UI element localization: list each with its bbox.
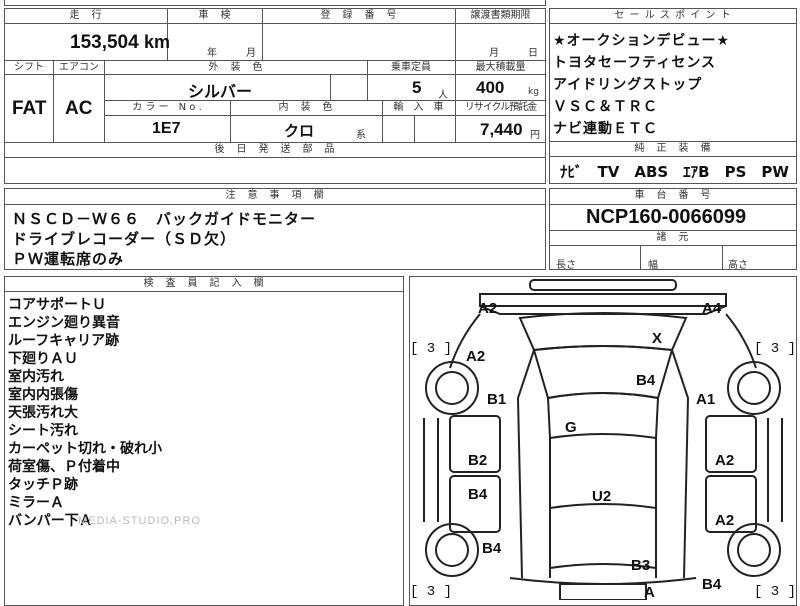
watermark: MEDIA-STUDIO.PRO — [78, 515, 201, 527]
car-diagram — [423, 279, 783, 600]
tire-mark-rr: [ 3 ] — [754, 584, 797, 600]
damage-code: A1 — [696, 391, 716, 408]
recycle-header: リサイクル預託金 — [456, 101, 545, 115]
damage-code: A — [644, 584, 655, 601]
later-parts-header: 後 日 発 送 部 品 — [5, 143, 545, 157]
aircon-value: AC — [65, 98, 93, 119]
mileage-unit: km — [144, 32, 171, 52]
capacity-value: 5 — [412, 78, 422, 97]
inspector-line-7: 天張汚れ大 — [8, 405, 78, 421]
damage-code: B4 — [636, 372, 656, 389]
inspector-line-11: タッチＰ跡 — [8, 477, 78, 493]
damage-code: A4 — [702, 300, 722, 317]
inspection-year: 年 — [207, 48, 217, 59]
note-line-1: ＮＳＣＤ－Ｗ６６ バックガイドモニター — [12, 210, 317, 228]
damage-code: A2 — [715, 452, 735, 469]
doc-deadline-header: 譲渡書類期限 — [456, 9, 545, 23]
sales-points-header: セ ー ル ス ポ イ ン ト — [550, 9, 796, 23]
aircon-header: エアコン — [54, 61, 104, 75]
damage-code: B4 — [468, 486, 488, 503]
inspector-line-8: シート汚れ — [8, 423, 78, 439]
damage-code: X — [652, 330, 663, 347]
inspector-line-1: コアサポートＵ — [8, 297, 106, 313]
recycle-unit: 円 — [530, 130, 540, 141]
damage-code: B4 — [482, 540, 502, 557]
sales-point-3: アイドリングストップ — [553, 77, 703, 93]
damage-code: G — [565, 419, 577, 436]
inspector-line-5: 室内汚れ — [8, 369, 64, 385]
inspector-line-2: エンジン廻り異音 — [8, 315, 120, 331]
tire-mark-fr: [ 3 ] — [754, 341, 797, 357]
sales-point-2: トヨタセーフティセンス — [553, 55, 717, 71]
equipment-items: ﾅﾋﾞ TV ABS ｴｱB PS PW — [560, 163, 789, 181]
capacity-unit: 人 — [438, 90, 448, 101]
width-label: 幅 — [648, 260, 658, 271]
recycle-value: 7,440 — [480, 120, 523, 139]
ext-color-value: シルバー — [188, 82, 253, 101]
tire-mark-rl: [ 3 ] — [410, 584, 453, 600]
damage-code: U2 — [592, 488, 612, 505]
top-strip — [4, 0, 546, 6]
doc-month: 月 — [489, 48, 499, 59]
max-load-unit: kg — [528, 87, 539, 97]
length-label: 長さ — [556, 260, 576, 271]
max-load-header: 最大積載量 — [456, 61, 545, 75]
chassis-header: 車 台 番 号 — [550, 189, 796, 203]
shift-header: シフト — [5, 61, 53, 75]
import-header: 輸 入 車 — [383, 101, 454, 115]
shift-value: FAT — [12, 98, 47, 119]
sales-point-4: ＶＳＣ＆ＴＲＣ — [553, 99, 658, 115]
int-color-header: 内 装 色 — [231, 101, 381, 115]
inspector-line-3: ルーフキャリア跡 — [8, 333, 120, 349]
color-no-header: カ ラ ー N o . — [105, 101, 229, 115]
int-color-suffix: 系 — [356, 130, 366, 141]
tire-mark-fl: [ 3 ] — [410, 341, 453, 357]
inspector-line-4: 下廻りＡＵ — [8, 351, 78, 367]
notes-header: 注 意 事 項 欄 — [5, 189, 545, 203]
damage-code: B3 — [631, 557, 651, 574]
damage-code: A2 — [715, 512, 735, 529]
color-no-value: 1E7 — [152, 120, 181, 137]
dims-header: 諸 元 — [550, 231, 796, 245]
damage-code: B2 — [468, 452, 488, 469]
capacity-header: 乗車定員 — [368, 61, 454, 75]
chassis-number: NCP160-0066099 — [586, 206, 747, 228]
ext-color-header: 外 装 色 — [105, 61, 367, 75]
doc-day: 日 — [528, 48, 538, 59]
damage-code: A2 — [478, 300, 498, 317]
inspector-header: 検 査 員 記 入 欄 — [5, 277, 403, 291]
inspection-header: 車 検 — [168, 9, 262, 23]
mileage-value: 153,504 — [70, 32, 139, 53]
inspector-line-12: ミラーＡ — [8, 495, 64, 511]
inspector-line-10: 荷室傷、Ｐ付着中 — [8, 459, 120, 475]
inspection-month: 月 — [246, 48, 256, 59]
damage-code: B1 — [487, 391, 507, 408]
damage-code: B4 — [702, 576, 722, 593]
sales-point-1: ★オークションデビュー★ — [553, 33, 731, 49]
inspector-line-6: 室内内張傷 — [8, 387, 78, 403]
note-line-3: ＰＷ運転席のみ — [12, 250, 125, 268]
sales-point-5: ナビ連動ＥＴＣ — [553, 121, 658, 137]
note-line-2: ドライブレコーダー（ＳＤ欠） — [12, 230, 237, 248]
max-load-value: 400 — [476, 78, 505, 97]
inspector-line-9: カーペット切れ・破れ小 — [8, 441, 162, 457]
mileage-header: 走 行 — [5, 9, 167, 23]
int-color-value: クロ — [284, 122, 315, 140]
equipment-header: 純 正 装 備 — [550, 142, 796, 156]
height-label: 高さ — [728, 260, 748, 271]
damage-code: A2 — [466, 348, 486, 365]
reg-no-header: 登 録 番 号 — [263, 9, 455, 23]
